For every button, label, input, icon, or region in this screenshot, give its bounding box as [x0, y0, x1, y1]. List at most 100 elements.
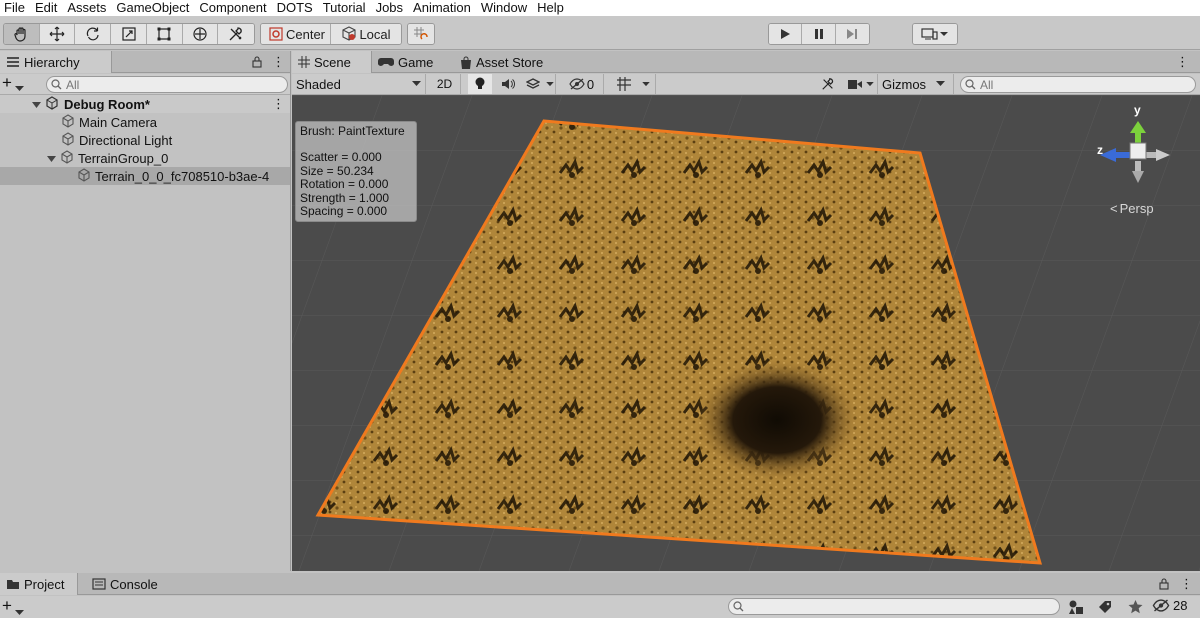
- transform-tools: [3, 23, 255, 45]
- console-icon: [92, 578, 106, 590]
- add-icon[interactable]: +: [2, 597, 12, 615]
- project-toolbar: + 28: [0, 596, 1200, 618]
- panel-menu-icon[interactable]: ⋮: [1176, 54, 1189, 70]
- brush-scatter: Scatter = 0.000: [300, 150, 382, 165]
- chevron-down-icon: [936, 81, 946, 86]
- tab-game[interactable]: Game: [372, 51, 442, 73]
- chevron-down-icon[interactable]: [15, 604, 24, 618]
- list-icon: [6, 56, 20, 68]
- panel-menu-icon[interactable]: ⋮: [1180, 576, 1193, 592]
- tab-console[interactable]: Console: [86, 573, 172, 595]
- expand-arrow-icon[interactable]: [47, 151, 56, 166]
- effects-dropdown[interactable]: [524, 74, 556, 94]
- tab-asset-store[interactable]: Asset Store: [454, 51, 558, 73]
- menu-file[interactable]: File: [0, 0, 31, 16]
- play-icon: [781, 29, 791, 39]
- video-camera-icon: [848, 79, 862, 89]
- pivot-center-button[interactable]: Center: [261, 24, 331, 44]
- orientation-gizmo[interactable]: y z: [1090, 103, 1180, 195]
- menu-edit[interactable]: Edit: [31, 0, 63, 16]
- favorite-star-icon[interactable]: [1128, 599, 1143, 617]
- grid-settings-dropdown[interactable]: [610, 74, 656, 94]
- layout-button[interactable]: [913, 24, 957, 44]
- search-icon: [733, 601, 744, 612]
- rotate-tool-button[interactable]: [75, 24, 112, 44]
- pivot-space-button[interactable]: Local: [331, 24, 401, 44]
- scene-visibility-toggle[interactable]: 0: [560, 74, 604, 94]
- tab-hierarchy[interactable]: Hierarchy: [0, 51, 112, 73]
- hierarchy-item-main-camera[interactable]: Main Camera: [0, 113, 290, 131]
- scene-toolbar: Shaded 2D 0 Gizmos All: [292, 74, 1200, 95]
- menu-tutorial[interactable]: Tutorial: [319, 0, 372, 16]
- grid-snap-icon: [616, 77, 631, 91]
- lighting-toggle-button[interactable]: [468, 74, 492, 94]
- lock-icon[interactable]: [1158, 577, 1170, 593]
- search-icon: [965, 79, 976, 90]
- draw-mode-dropdown[interactable]: Shaded: [292, 74, 426, 94]
- hierarchy-item-terrain-group[interactable]: TerrainGroup_0: [0, 149, 290, 167]
- tools-icon: [822, 78, 834, 90]
- chevron-down-icon: [940, 32, 948, 36]
- grid-icon: [298, 56, 310, 68]
- scene-tools-button[interactable]: [816, 74, 840, 94]
- hand-tool-button[interactable]: [4, 24, 40, 44]
- hierarchy-item-directional-light[interactable]: Directional Light: [0, 131, 290, 149]
- projection-toggle[interactable]: < Persp: [1110, 201, 1154, 216]
- expand-arrow-icon[interactable]: [32, 97, 41, 112]
- unity-scene-icon: [45, 95, 59, 113]
- menu-component[interactable]: Component: [195, 0, 272, 16]
- speaker-icon: [502, 79, 515, 89]
- main-toolbar: Center Local: [0, 16, 1200, 50]
- grid-snap-button[interactable]: [408, 24, 434, 44]
- layers-icon: [525, 78, 540, 89]
- camera-settings-dropdown[interactable]: [844, 74, 878, 94]
- tab-scene[interactable]: Scene: [292, 51, 372, 73]
- scale-tool-button[interactable]: [111, 24, 147, 44]
- rotate-icon: [86, 27, 99, 41]
- hidden-packages-toggle[interactable]: 28: [1152, 598, 1187, 613]
- transform-tool-button[interactable]: [182, 24, 219, 44]
- tools-icon: [229, 27, 242, 41]
- menu-window[interactable]: Window: [477, 0, 533, 16]
- filter-by-type-icon[interactable]: [1068, 599, 1084, 618]
- menu-dots[interactable]: DOTS: [273, 0, 319, 16]
- chevron-down-icon: [866, 81, 874, 86]
- pivot-controls: Center Local: [260, 23, 402, 45]
- step-button[interactable]: [835, 24, 869, 44]
- scene-search-input[interactable]: All: [960, 76, 1196, 93]
- scene-menu-icon[interactable]: ⋮: [272, 96, 285, 112]
- axis-gizmo-icon: [1100, 121, 1170, 183]
- menu-gameobject[interactable]: GameObject: [112, 0, 195, 16]
- add-icon[interactable]: +: [2, 74, 12, 92]
- menu-assets[interactable]: Assets: [63, 0, 112, 16]
- scale-icon: [121, 27, 136, 41]
- menu-jobs[interactable]: Jobs: [372, 0, 409, 16]
- project-search-input[interactable]: [728, 598, 1060, 615]
- scene-root-row[interactable]: Debug Room* ⋮: [0, 95, 290, 113]
- pause-button[interactable]: [802, 24, 836, 44]
- gameobject-cube-icon: [61, 131, 75, 149]
- 2d-toggle-button[interactable]: 2D: [429, 74, 461, 94]
- brush-title: Brush: PaintTexture: [300, 124, 405, 138]
- move-tool-button[interactable]: [39, 24, 76, 44]
- audio-toggle-button[interactable]: [496, 74, 520, 94]
- brush-spacing: Spacing = 0.000: [300, 204, 388, 219]
- hierarchy-search-input[interactable]: All: [46, 76, 288, 93]
- tab-project[interactable]: Project: [0, 573, 78, 595]
- hierarchy-item-terrain[interactable]: Terrain_0_0_fc708510-b3ae-4: [0, 167, 290, 185]
- chevron-down-icon[interactable]: [15, 80, 24, 95]
- menu-animation[interactable]: Animation: [409, 0, 477, 16]
- play-button[interactable]: [769, 24, 803, 44]
- scene-viewport[interactable]: y z < Persp: [292, 95, 1200, 571]
- custom-tool-button[interactable]: [218, 24, 254, 44]
- rect-tool-button[interactable]: [146, 24, 183, 44]
- menu-help[interactable]: Help: [533, 0, 570, 16]
- layout-dropdown[interactable]: [912, 23, 958, 45]
- lock-icon[interactable]: [251, 55, 263, 71]
- label-tag-icon[interactable]: [1098, 600, 1112, 617]
- gameobject-cube-icon: [60, 149, 74, 167]
- gizmos-dropdown[interactable]: Gizmos: [880, 74, 954, 94]
- panel-divider[interactable]: [290, 51, 291, 571]
- panel-menu-icon[interactable]: ⋮: [272, 54, 285, 70]
- step-icon: [847, 29, 858, 39]
